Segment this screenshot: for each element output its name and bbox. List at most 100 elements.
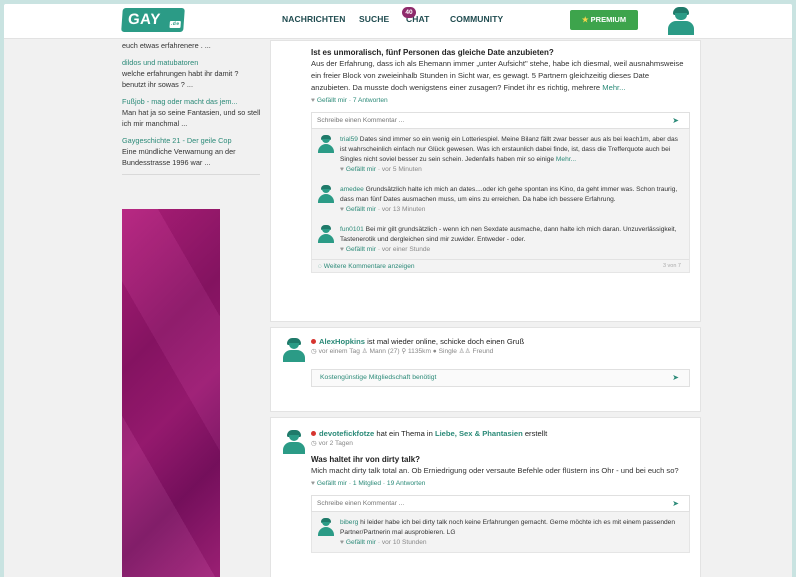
- star-icon: ★: [581, 15, 589, 24]
- comment-box: ➤: [311, 112, 690, 129]
- comment-list: trial59 Dates sind immer so ein wenig ei…: [311, 129, 690, 273]
- post-card: Ist es unmoralisch, fünf Personen das gl…: [270, 40, 701, 322]
- comment-body: Grundsätzlich halte ich mich an dates...…: [340, 186, 678, 203]
- chat-count-badge: 40: [402, 7, 416, 18]
- ad-banner[interactable]: [122, 209, 220, 577]
- post-title[interactable]: Ist es unmoralisch, fünf Personen das gl…: [311, 47, 690, 58]
- sidebar-topic-title[interactable]: dildos und matubatoren: [122, 57, 262, 68]
- activity-text: hat ein Thema in: [374, 429, 435, 438]
- sidebar-topic[interactable]: Gaygeschichte 21 - Der geile Cop Eine mü…: [122, 135, 262, 168]
- post-body: Aus der Erfahrung, dass ich als Ehemann …: [311, 58, 690, 94]
- avatar-icon[interactable]: [318, 185, 334, 203]
- comment-item: fun0101 Bei mir gilt grundsätzlich - wen…: [312, 219, 689, 259]
- clock-icon: ◷: [311, 348, 319, 355]
- comment-user[interactable]: trial59: [340, 136, 358, 143]
- answers-count[interactable]: · 1 Mitglied · 19 Antworten: [349, 480, 426, 487]
- avatar-icon[interactable]: [283, 338, 305, 362]
- send-icon[interactable]: ➤: [672, 116, 679, 125]
- post-body: Mich macht dirty talk total an. Ob Ernie…: [311, 466, 679, 475]
- like-link[interactable]: Gefällt mir: [317, 97, 347, 104]
- user-avatar-icon[interactable]: [668, 7, 694, 35]
- heart-icon[interactable]: ♥: [340, 539, 344, 546]
- activity-line: devotefickfotze hat ein Thema in Liebe, …: [311, 428, 690, 439]
- sidebar-topic-title[interactable]: Fußjob - mag oder macht das jem...: [122, 96, 262, 107]
- post-time: ◷ vor 2 Tagen: [311, 439, 690, 449]
- post-meta: ♥ Gefällt mir · 1 Mitglied · 19 Antworten: [311, 479, 690, 489]
- comment-user[interactable]: fun0101: [340, 226, 364, 233]
- status-user[interactable]: AlexHopkins: [319, 337, 365, 346]
- like-link[interactable]: Gefällt mir: [346, 166, 376, 173]
- sidebar-topic-excerpt: Man hat ja so seine Fantasien, und so st…: [122, 108, 261, 128]
- like-link[interactable]: Gefällt mir: [317, 480, 347, 487]
- heart-icon[interactable]: ♥: [340, 246, 344, 253]
- send-icon[interactable]: ➤: [672, 373, 679, 382]
- activity-user[interactable]: devotefickfotze: [319, 429, 374, 438]
- avatar-icon[interactable]: [318, 225, 334, 243]
- clock-icon: ◷: [311, 440, 319, 447]
- profile-info: ◷ vor einem Tag ♙ Mann (27) ⚲ 1135km ● S…: [311, 347, 690, 357]
- online-dot-icon: [311, 431, 316, 436]
- premium-label: PREMIUM: [590, 15, 627, 24]
- topic-link[interactable]: Liebe, Sex & Phantasien: [435, 429, 523, 438]
- status-text: ist mal wieder online, schicke doch eine…: [365, 337, 525, 346]
- comment-text: amedee Grundsätzlich halte ich mich an d…: [340, 185, 679, 205]
- like-link[interactable]: Gefällt mir: [346, 206, 376, 213]
- sidebar-topic-excerpt: welche erfahrungen habt ihr damit ? benu…: [122, 69, 239, 89]
- more-link[interactable]: Mehr...: [602, 83, 625, 92]
- sidebar-topic[interactable]: dildos und matubatoren welche erfahrunge…: [122, 57, 262, 90]
- heart-icon[interactable]: ♥: [311, 97, 315, 104]
- comment-time: · vor einer Stunde: [377, 246, 431, 253]
- sidebar-topic-title[interactable]: Gaygeschichte 21 - Der geile Cop: [122, 135, 262, 146]
- comment-time: · vor 5 Minuten: [377, 166, 422, 173]
- comment-count: 3 von 7: [662, 263, 681, 269]
- post-card: devotefickfotze hat ein Thema in Liebe, …: [270, 417, 701, 577]
- comment-body: Dates sind immer so ein wenig ein Lotter…: [340, 136, 678, 163]
- logo-domain-badge: .de: [169, 21, 181, 28]
- logo-text: GAY: [127, 11, 162, 28]
- comment-text: biberg hi leider habe ich bei dirty talk…: [340, 518, 679, 538]
- more-link[interactable]: Mehr...: [556, 156, 576, 163]
- avatar-icon[interactable]: [318, 518, 334, 536]
- comment-time: · vor 13 Minuten: [377, 206, 426, 213]
- comment-user[interactable]: biberg: [340, 519, 358, 526]
- comment-meta: ♥ Gefällt mir · vor 5 Minuten: [340, 165, 679, 175]
- status-card: AlexHopkins ist mal wieder online, schic…: [270, 327, 701, 412]
- heart-icon[interactable]: ♥: [311, 480, 315, 487]
- post-title[interactable]: Was haltet ihr von dirty talk?: [311, 454, 690, 465]
- sidebar-topic[interactable]: Fußjob - mag oder macht das jem... Man h…: [122, 96, 262, 129]
- sidebar-forum-list: euch etwas erfahrenere . ... dildos und …: [122, 40, 262, 175]
- avatar-icon[interactable]: [283, 430, 305, 454]
- nav-nachrichten[interactable]: NACHRICHTEN: [282, 14, 345, 24]
- comment-body: Bei mir gilt grundsätzlich - wenn ich ne…: [340, 226, 677, 243]
- send-icon[interactable]: ➤: [672, 499, 679, 508]
- comment-input[interactable]: [317, 496, 657, 511]
- comments-footer: ◌ Weitere Kommentare anzeigen 3 von 7: [312, 259, 689, 272]
- nav-community[interactable]: COMMUNITY: [450, 14, 503, 24]
- like-link[interactable]: Gefällt mir: [346, 539, 376, 546]
- comment-item: amedee Grundsätzlich halte ich mich an d…: [312, 179, 689, 219]
- membership-cta-text[interactable]: Kostengünstige Mitgliedschaft benötigt: [320, 370, 436, 386]
- comment-list: biberg hi leider habe ich bei dirty talk…: [311, 512, 690, 553]
- like-link[interactable]: Gefällt mir: [346, 246, 376, 253]
- answers-count[interactable]: · 7 Antworten: [349, 97, 388, 104]
- comment-body: hi leider habe ich bei dirty talk noch k…: [340, 519, 676, 536]
- heart-icon[interactable]: ♥: [340, 166, 344, 173]
- post-meta: ♥ Gefällt mir · 7 Antworten: [311, 96, 690, 106]
- comment-bubble-icon[interactable]: ◌: [318, 263, 322, 270]
- post-time-text: vor 2 Tagen: [318, 440, 353, 447]
- comment-time: · vor 10 Stunden: [377, 539, 427, 546]
- heart-icon[interactable]: ♥: [340, 206, 344, 213]
- premium-button[interactable]: ★ PREMIUM: [570, 10, 638, 30]
- comment-user[interactable]: amedee: [340, 186, 364, 193]
- membership-cta[interactable]: Kostengünstige Mitgliedschaft benötigt ➤: [311, 369, 690, 387]
- site-logo[interactable]: GAY .de: [121, 8, 185, 32]
- avatar-icon[interactable]: [318, 135, 334, 153]
- status-line: AlexHopkins ist mal wieder online, schic…: [311, 336, 690, 347]
- sidebar-topic[interactable]: euch etwas erfahrenere . ...: [122, 40, 262, 51]
- sidebar-divider: [122, 174, 260, 175]
- comment-item: trial59 Dates sind immer so ein wenig ei…: [312, 129, 689, 179]
- comment-text: trial59 Dates sind immer so ein wenig ei…: [340, 135, 679, 165]
- comment-input[interactable]: [317, 113, 657, 128]
- nav-suche[interactable]: SUCHE: [359, 14, 389, 24]
- more-comments-link[interactable]: Weitere Kommentare anzeigen: [324, 263, 415, 270]
